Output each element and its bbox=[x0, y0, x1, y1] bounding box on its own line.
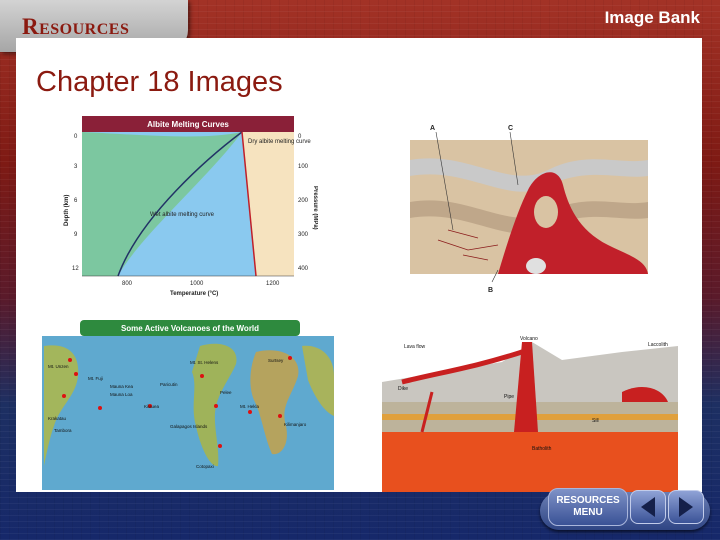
depth-tick-0: 0 bbox=[74, 134, 78, 140]
place-kilauea: Kilauea bbox=[144, 404, 160, 409]
inclusion bbox=[526, 258, 546, 274]
place-mauna-loa: Mauna Loa bbox=[110, 392, 133, 397]
place-mauna-kea: Mauna Kea bbox=[110, 384, 134, 389]
xenolith bbox=[534, 196, 558, 228]
pressure-tick-200: 200 bbox=[298, 198, 309, 204]
image-bank-label: Image Bank bbox=[604, 8, 700, 27]
label-a: A bbox=[430, 125, 435, 132]
arrow-right-icon bbox=[679, 497, 693, 517]
label-sill: Sill bbox=[592, 418, 599, 424]
previous-button[interactable] bbox=[630, 490, 666, 524]
pressure-tick-300: 300 bbox=[298, 232, 309, 238]
place-mt-st-helens: Mt. St. Helens bbox=[190, 360, 219, 365]
wet-curve-label: Wet albite melting curve bbox=[150, 212, 215, 218]
place-galapagos: Galapagos Islands bbox=[170, 424, 208, 429]
batholith bbox=[382, 432, 678, 492]
label-dike: Dike bbox=[398, 386, 408, 392]
slide-navigation: RESOURCES MENU bbox=[540, 486, 710, 532]
menu-label-bottom: MENU bbox=[573, 507, 603, 518]
label-c: C bbox=[508, 125, 513, 132]
label-volcano: Volcano bbox=[520, 336, 538, 342]
depth-tick-12: 12 bbox=[72, 266, 79, 272]
place-tambora: Tambora bbox=[54, 428, 72, 433]
pressure-tick-400: 400 bbox=[298, 266, 309, 272]
arrow-left-icon bbox=[641, 497, 655, 517]
igneous-features-diagram[interactable]: Volcano Lava flow Laccolith Dike Pipe Si… bbox=[382, 332, 678, 492]
label-lava-flow: Lava flow bbox=[404, 344, 426, 350]
place-paricutin: Paricutin bbox=[160, 382, 178, 387]
x-axis-label: Temperature (°C) bbox=[170, 291, 218, 297]
place-cotopaxi: Cotopaxi bbox=[196, 464, 214, 469]
label-pipe: Pipe bbox=[504, 394, 514, 400]
place-pelee: Pelee bbox=[220, 390, 232, 395]
pressure-tick-100: 100 bbox=[298, 164, 309, 170]
left-axis-label: Depth (km) bbox=[64, 195, 70, 226]
chapter-title: Chapter 18 Images bbox=[36, 66, 283, 98]
volcano-map-title: Some Active Volcanoes of the World bbox=[121, 324, 259, 333]
place-mt-fuji: Mt. Fuji bbox=[88, 376, 103, 381]
albite-melting-chart[interactable]: Albite Melting Curves Dry albite melting… bbox=[60, 116, 318, 300]
label-b: B bbox=[488, 287, 493, 294]
resources-label: Resources bbox=[22, 14, 130, 39]
depth-tick-3: 3 bbox=[74, 164, 78, 170]
label-laccolith: Laccolith bbox=[648, 342, 668, 348]
volcano-map[interactable]: Some Active Volcanoes of the World Mt. U… bbox=[40, 316, 336, 490]
x-tick-1200: 1200 bbox=[266, 281, 280, 287]
place-krakatau: Krakatau bbox=[48, 416, 67, 421]
x-tick-1000: 1000 bbox=[190, 281, 204, 287]
depth-tick-6: 6 bbox=[74, 198, 78, 204]
melting-chart-title: Albite Melting Curves bbox=[147, 120, 229, 129]
place-mt-hekla: Mt. Hekla bbox=[240, 404, 260, 409]
x-tick-800: 800 bbox=[122, 281, 133, 287]
next-button[interactable] bbox=[668, 490, 704, 524]
dry-curve-label: Dry albite melting curve bbox=[248, 139, 311, 145]
intrusion-diagram[interactable]: A C B bbox=[408, 120, 650, 296]
label-batholith: Batholith bbox=[532, 446, 552, 452]
menu-label-top: RESOURCES bbox=[556, 495, 620, 506]
right-axis-label: Pressure (MPa) bbox=[312, 186, 318, 230]
place-surtsey: Surtsey bbox=[268, 358, 284, 363]
depth-tick-9: 9 bbox=[74, 232, 78, 238]
resources-menu-button[interactable]: RESOURCES MENU bbox=[548, 488, 628, 526]
place-kilimanjaro: Kilimanjaro bbox=[284, 422, 307, 427]
place-mt-unzen: Mt. Unzen bbox=[48, 364, 69, 369]
